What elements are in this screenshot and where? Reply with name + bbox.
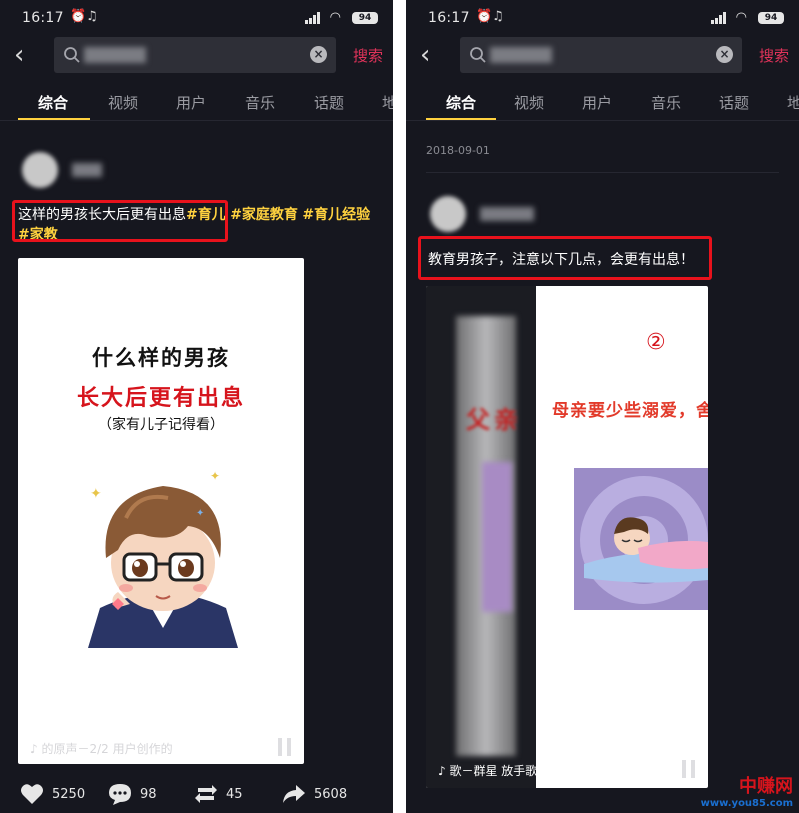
search-button[interactable]: 搜索 <box>353 45 383 66</box>
search-input[interactable]: × <box>54 37 336 73</box>
headset-icon: ♫ <box>86 9 98 24</box>
tab-music[interactable]: 音乐 <box>651 92 681 113</box>
share-count: 5608 <box>314 787 348 802</box>
search-row: ‹ × 搜索 <box>406 36 799 76</box>
category-tabs: 综合 视频 用户 音乐 话题 地 <box>406 86 799 121</box>
username-blurred[interactable] <box>72 163 102 177</box>
music-text: 的原声－2/2 用户创作的 <box>41 742 173 756</box>
tab-topic[interactable]: 话题 <box>719 92 749 113</box>
cartoon-boy-illustration: ✦ ✦ ✦ <box>88 469 238 648</box>
blurred-panel-text: 父亲 <box>466 406 522 434</box>
tab-comprehensive[interactable]: 综合 <box>446 92 476 113</box>
active-tab-indicator <box>426 118 496 120</box>
like-count: 5250 <box>52 787 86 802</box>
tab-topic[interactable]: 话题 <box>314 92 344 113</box>
search-input[interactable]: × <box>460 37 742 73</box>
tab-location[interactable]: 地 <box>787 92 799 113</box>
music-note-icon: ♪ <box>30 742 42 756</box>
clear-icon[interactable]: × <box>310 46 327 63</box>
repost-count: 45 <box>226 787 243 802</box>
heart-icon <box>21 784 43 804</box>
sleeping-child-illustration <box>574 468 708 610</box>
site-watermark: 中赚网 www.you85.com <box>701 772 793 809</box>
music-note-icon: ♪ <box>438 764 450 778</box>
hashtag[interactable]: #家庭教育 <box>230 207 298 223</box>
search-query-blurred <box>490 47 552 63</box>
comment-icon <box>109 784 131 805</box>
hashtag[interactable]: #育儿经验 <box>302 207 370 223</box>
back-arrow-icon[interactable]: ‹ <box>14 40 24 70</box>
tab-user[interactable]: 用户 <box>176 92 206 113</box>
comment-button[interactable]: 98 <box>108 780 168 810</box>
watermark-logo-text: 中赚网 <box>739 776 793 797</box>
status-bar: 16:17 ⏰ ♫ ◠ 94 <box>0 0 393 36</box>
music-text: 歌－群星 放手歌－群星 <box>449 764 574 778</box>
signal-icon <box>711 12 726 24</box>
search-icon <box>470 47 486 63</box>
search-icon <box>64 47 80 63</box>
avatar[interactable] <box>22 152 58 188</box>
alarm-icon: ⏰ <box>476 9 493 24</box>
video-thumbnail[interactable]: 父亲 ② 母亲要少些溺爱，舍得让 ♪ 歌－群星 放手歌－群星 <box>426 286 708 788</box>
share-button[interactable]: 5608 <box>282 780 362 810</box>
music-info[interactable]: ♪ 的原声－2/2 用户创作的 <box>30 740 173 757</box>
tab-music[interactable]: 音乐 <box>245 92 275 113</box>
watermark-url: www.you85.com <box>700 798 793 809</box>
svg-text:✦: ✦ <box>90 486 102 502</box>
cover-subtitle: （家有儿子记得看） <box>98 417 224 433</box>
status-bar: 16:17 ⏰ ♫ ◠ 94 <box>406 0 799 36</box>
username-blurred[interactable] <box>480 207 534 221</box>
repost-button[interactable]: 45 <box>194 780 254 810</box>
headset-icon: ♫ <box>492 9 504 24</box>
pause-icon[interactable] <box>278 738 292 756</box>
status-time: 16:17 <box>428 10 470 26</box>
battery-indicator: 94 <box>758 12 784 24</box>
music-info[interactable]: ♪ 歌－群星 放手歌－群星 <box>438 762 573 779</box>
slide-number: ② <box>646 330 666 355</box>
avatar[interactable] <box>430 196 466 232</box>
battery-indicator: 94 <box>352 12 378 24</box>
phone-screen-left: 16:17 ⏰ ♫ ◠ 94 ‹ × 搜索 综合 视频 用户 音乐 话题 地 这… <box>0 0 393 813</box>
wifi-icon: ◠ <box>329 10 341 25</box>
search-row: ‹ × 搜索 <box>0 36 393 76</box>
phone-screen-right: 16:17 ⏰ ♫ ◠ 94 ‹ × 搜索 综合 视频 用户 音乐 话题 地 2… <box>406 0 799 813</box>
wifi-icon: ◠ <box>735 10 747 25</box>
tab-video[interactable]: 视频 <box>514 92 544 113</box>
cover-banner: 母亲要少些溺爱，舍得让 <box>552 401 708 421</box>
divider <box>426 172 779 173</box>
category-tabs: 综合 视频 用户 音乐 话题 地 <box>0 86 393 121</box>
tab-user[interactable]: 用户 <box>582 92 612 113</box>
video-thumbnail[interactable]: 什么样的男孩 长大后更有出息 （家有儿子记得看） ✦ ✦ ✦ ♪ 的原声－2/2… <box>18 258 304 764</box>
search-query-blurred <box>84 47 146 63</box>
tab-location[interactable]: 地 <box>382 92 393 113</box>
tab-video[interactable]: 视频 <box>108 92 138 113</box>
search-button[interactable]: 搜索 <box>759 45 789 66</box>
tab-comprehensive[interactable]: 综合 <box>38 92 68 113</box>
action-bar: 5250 98 45 5608 <box>0 780 393 810</box>
active-tab-indicator <box>18 118 90 120</box>
alarm-icon: ⏰ <box>70 9 87 24</box>
svg-text:✦: ✦ <box>210 469 220 483</box>
blurred-panel-image <box>482 462 512 612</box>
cover-title: 什么样的男孩 <box>92 345 230 370</box>
share-arrow-icon <box>283 785 305 803</box>
comment-count: 98 <box>140 787 157 802</box>
highlight-box <box>12 200 228 242</box>
status-time: 16:17 <box>22 10 64 26</box>
cover-headline: 长大后更有出息 <box>76 385 245 411</box>
svg-text:✦: ✦ <box>196 508 204 519</box>
pause-icon[interactable] <box>682 760 696 778</box>
like-button[interactable]: 5250 <box>20 780 90 810</box>
back-arrow-icon[interactable]: ‹ <box>420 40 430 70</box>
highlight-box <box>418 236 712 280</box>
clear-icon[interactable]: × <box>716 46 733 63</box>
signal-icon <box>305 12 320 24</box>
post-date: 2018-09-01 <box>426 144 490 157</box>
repost-icon <box>195 785 217 803</box>
